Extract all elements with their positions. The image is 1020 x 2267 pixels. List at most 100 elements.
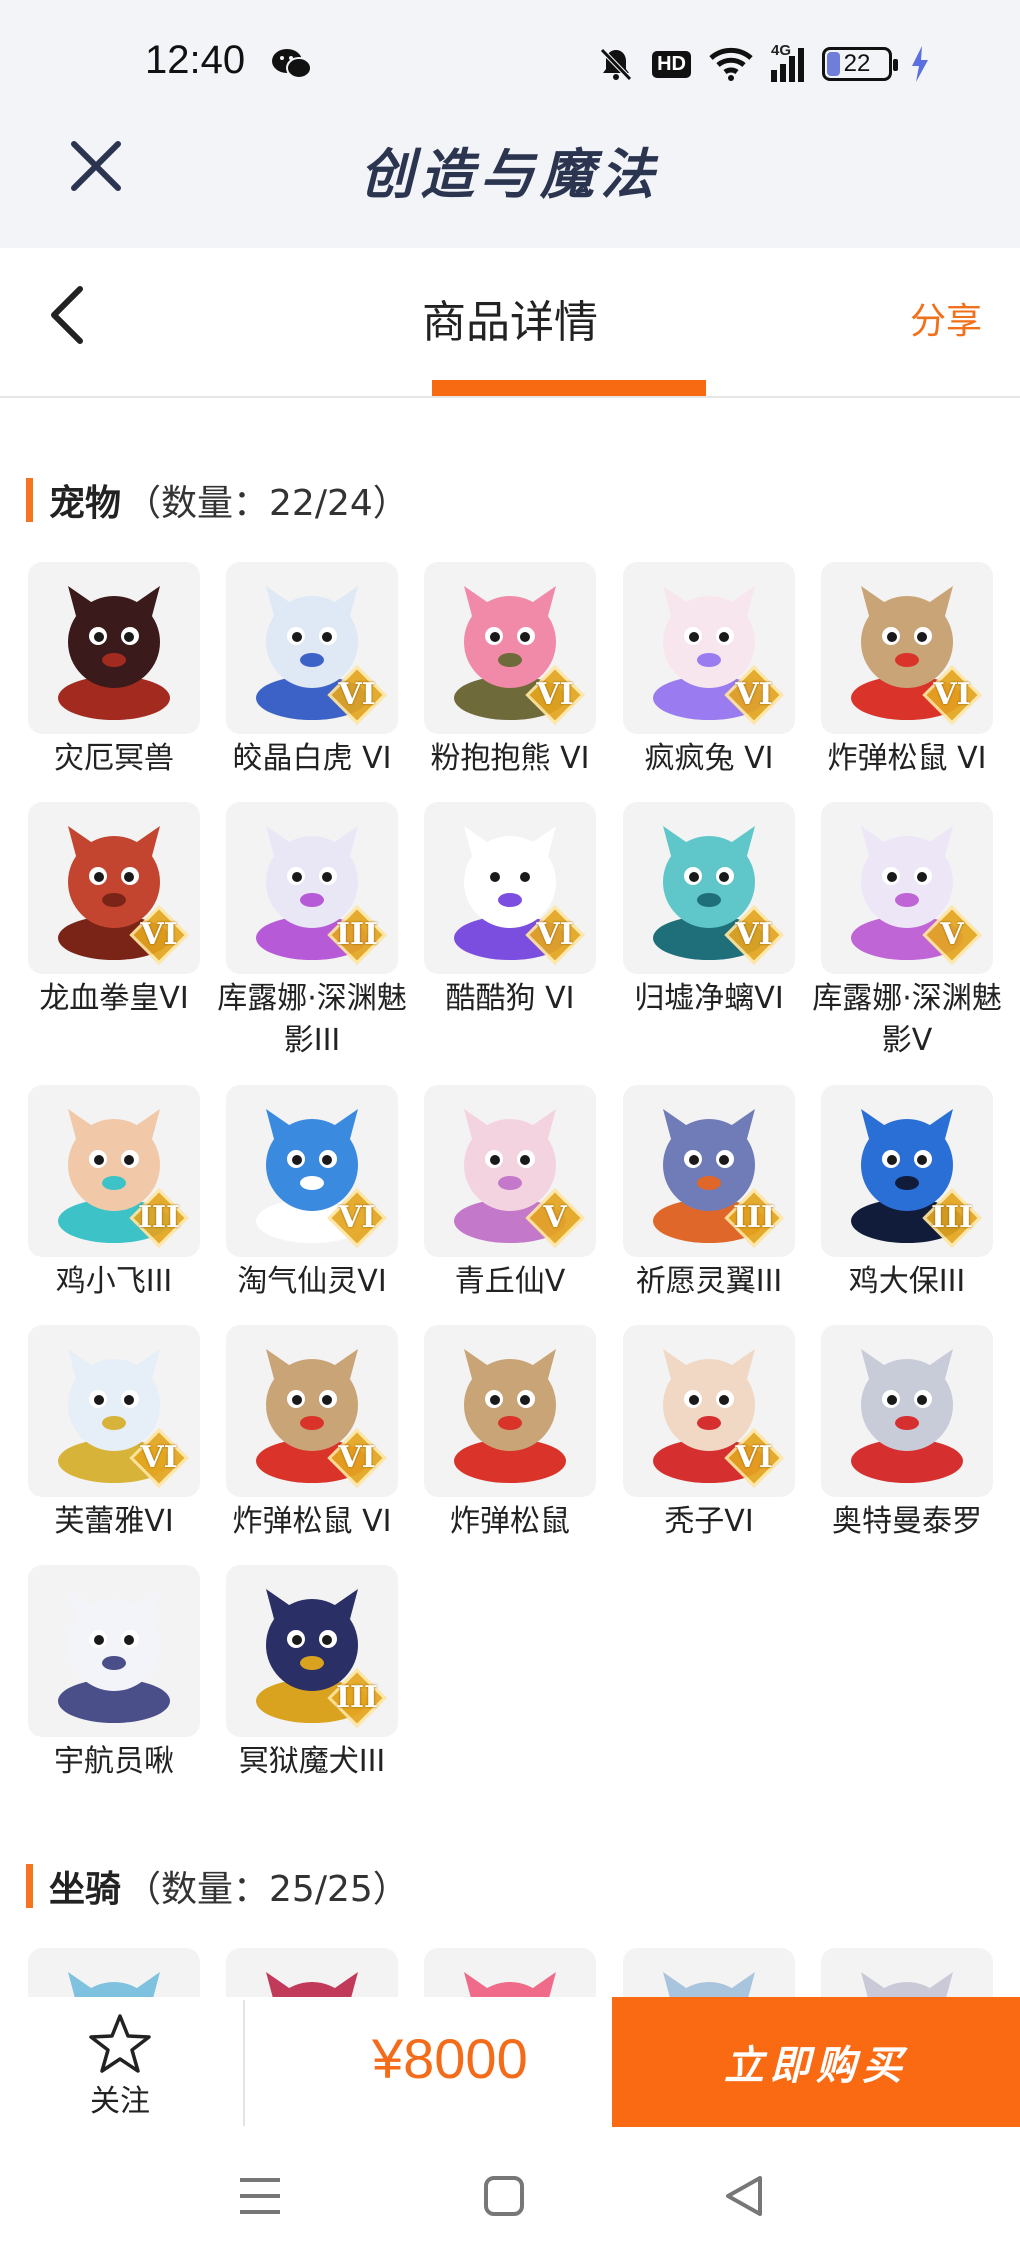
mount-thumbnail [226,1948,398,1997]
pet-name: 库露娜·深渊魅影V [812,981,1002,1058]
pet-image [663,1972,755,1997]
pet-image [861,1972,953,1997]
share-button[interactable]: 分享 [910,292,982,344]
hd-badge: HD [652,50,691,78]
pet-thumbnail: III [226,802,398,974]
pet-thumbnail: VI [28,802,200,974]
rank-badge: VI [327,1188,387,1248]
divider [243,2000,245,2126]
mount-item[interactable] [623,1948,795,1997]
app-title: 创造与魔法 [360,142,660,206]
mount-item[interactable] [28,1948,200,1997]
buy-now-button[interactable]: 立即购买 [612,1997,1020,2127]
app-top-area: 12:40 HD 4G 22 [0,0,1020,248]
rank-badge: VI [129,905,189,965]
pet-item[interactable]: VI 炸弹松鼠 VI [821,562,993,780]
section-header-mounts: 坐骑 （数量：25/25） [26,1860,409,1912]
pet-item[interactable]: III 祈愿灵翼III [623,1085,795,1303]
rank-badge: III [129,1188,189,1248]
follow-button[interactable]: 关注 [70,2012,170,2120]
rank-badge: VI [724,665,784,725]
pet-name: 冥狱魔犬III [238,1744,386,1779]
status-bar: 12:40 HD 4G 22 [0,0,1020,120]
rank-badge: VI [129,1428,189,1488]
pet-item[interactable]: 炸弹松鼠 [424,1325,596,1543]
pet-thumbnail [821,1325,993,1497]
rank-badge: VI [327,665,387,725]
pet-item[interactable]: VI 芙蕾雅VI [28,1325,200,1543]
mount-item[interactable] [226,1948,398,1997]
pet-image [266,1972,358,1997]
pet-item[interactable]: VI 皎晶白虎 VI [226,562,398,780]
menu-icon[interactable] [230,2166,290,2226]
pet-item[interactable]: VI 疯疯兔 VI [623,562,795,780]
pet-item[interactable]: VI 炸弹松鼠 VI [226,1325,398,1543]
rank-badge: V [922,905,982,965]
pet-item[interactable]: 奥特曼泰罗 [821,1325,993,1543]
rank-badge: III [327,905,387,965]
pet-item[interactable]: 灾厄冥兽 [28,562,200,780]
pet-image [58,1589,170,1723]
pet-name: 秃子VI [664,1504,754,1539]
pet-name: 鸡小飞III [55,1264,173,1299]
rank-badge-text: VI [735,917,773,952]
rank-badge: III [327,1668,387,1728]
pet-item[interactable]: VI 粉抱抱熊 VI [424,562,596,780]
mute-bell-icon [600,48,632,81]
active-tab-indicator [432,380,706,396]
pet-thumbnail: V [821,802,993,974]
rank-badge-text: VI [536,917,574,952]
mount-thumbnail [28,1948,200,1997]
pet-item[interactable]: V 青丘仙V [424,1085,596,1303]
pet-name: 炸弹松鼠 VI [827,741,987,776]
battery-indicator: 22 [822,47,898,81]
rank-badge-text: VI [735,1440,773,1475]
rank-badge-text: VI [338,1200,376,1235]
pet-item[interactable]: VI 酷酷狗 VI [424,802,596,1020]
pet-thumbnail: VI [623,802,795,974]
back-triangle-icon[interactable] [716,2166,776,2226]
mount-item[interactable] [821,1948,993,1997]
pet-thumbnail [28,562,200,734]
pet-name: 龙血拳皇VI [39,981,189,1016]
rank-badge: VI [724,1428,784,1488]
pet-item[interactable]: III 冥狱魔犬III [226,1565,398,1783]
pet-thumbnail: VI [226,1325,398,1497]
pet-item[interactable]: III 库露娜·深渊魅影III [217,802,407,1062]
home-square-icon[interactable] [474,2166,534,2226]
status-icons: HD 4G 22 [598,40,930,88]
mount-item[interactable] [424,1948,596,1997]
pet-thumbnail: VI [623,562,795,734]
rank-badge: VI [922,665,982,725]
rank-badge: V [525,1188,585,1248]
pet-thumbnail [28,1565,200,1737]
battery-level: 22 [843,50,871,77]
rank-badge: VI [525,665,585,725]
charging-bolt-icon [912,46,928,82]
pet-thumbnail: VI [424,562,596,734]
pet-item[interactable]: VI 归墟净螭VI [623,802,795,1020]
pet-item[interactable]: VI 淘气仙灵VI [226,1085,398,1303]
mount-thumbnail [821,1948,993,1997]
page-title: 商品详情 [422,297,598,348]
pet-thumbnail: V [424,1085,596,1257]
pet-item[interactable]: III 鸡大保III [821,1085,993,1303]
pet-item[interactable]: VI 秃子VI [623,1325,795,1543]
pet-item[interactable]: 宇航员啾 [28,1565,200,1783]
pet-item[interactable]: VI 龙血拳皇VI [28,802,200,1020]
section-accent-bar [26,1864,33,1908]
pet-name: 灾厄冥兽 [54,741,174,776]
rank-badge: VI [525,905,585,965]
section-header-pets: 宠物 （数量：22/24） [26,474,409,526]
pet-thumbnail: VI [226,562,398,734]
rank-badge-text: VI [735,677,773,712]
rank-badge: VI [724,905,784,965]
pet-item[interactable]: III 鸡小飞III [28,1085,200,1303]
rank-badge-text: III [335,1680,379,1715]
pet-item[interactable]: V 库露娜·深渊魅影V [812,802,1002,1062]
follow-label: 关注 [90,2084,150,2119]
rank-badge-text: V [940,917,964,952]
pet-thumbnail: III [821,1085,993,1257]
rank-badge-text: VI [933,677,971,712]
pet-name: 皎晶白虎 VI [232,741,392,776]
